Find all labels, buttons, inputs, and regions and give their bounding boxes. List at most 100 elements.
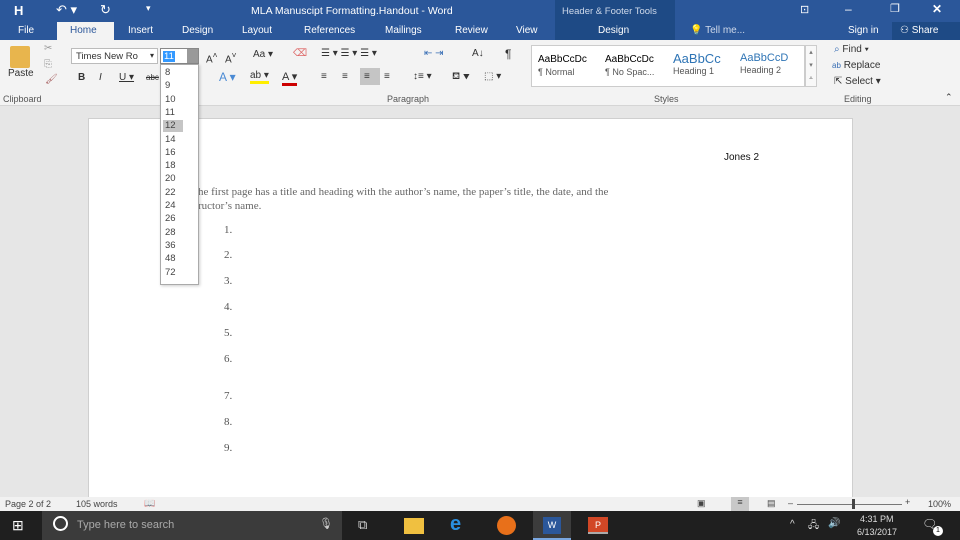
save-icon[interactable]: H — [14, 3, 23, 18]
tab-layout[interactable]: Layout — [242, 25, 272, 36]
font-color-icon[interactable]: A ▾ — [282, 70, 298, 86]
font-size-option[interactable]: 24 — [163, 200, 183, 212]
zoom-level[interactable]: 100% — [928, 499, 951, 509]
customize-qat-icon[interactable]: ▾ — [146, 3, 151, 14]
zoom-slider-handle[interactable] — [852, 499, 855, 509]
styles-scroll[interactable]: ▴ ▾ ⩡ — [805, 45, 817, 87]
line-spacing-icon[interactable]: ↕≡ ▾ — [413, 71, 432, 82]
sign-in-link[interactable]: Sign in — [848, 25, 879, 36]
copy-icon[interactable]: ⎘ — [44, 59, 52, 70]
justify-icon[interactable]: ≡ — [384, 71, 390, 82]
strikethrough-button[interactable]: abc — [146, 73, 159, 82]
clock-time[interactable]: 4:31 PM — [860, 514, 894, 524]
font-size-option[interactable]: 9 — [163, 80, 183, 92]
list-item[interactable]: 8. — [224, 416, 232, 428]
paste-button[interactable]: Paste — [8, 68, 34, 79]
style-heading-1[interactable]: AaBbCc Heading 1 — [673, 51, 721, 76]
borders-icon[interactable]: ⬚ ▾ — [484, 71, 501, 82]
highlight-icon[interactable]: ab ▾ — [250, 70, 269, 84]
font-size-option[interactable]: 8 — [163, 67, 183, 79]
tab-file[interactable]: File — [18, 25, 34, 36]
font-size-option[interactable]: 26 — [163, 213, 183, 225]
font-name-select[interactable]: Times New Ro ▾ — [71, 48, 158, 64]
read-mode-icon[interactable]: ▣ — [697, 498, 706, 509]
tab-references[interactable]: References — [304, 25, 355, 36]
share-button[interactable]: ⚇ Share — [892, 22, 960, 40]
paste-icon[interactable] — [10, 46, 30, 68]
change-case-icon[interactable]: Aa ▾ — [253, 49, 273, 60]
font-size-option[interactable]: 36 — [163, 240, 183, 252]
clear-formatting-icon[interactable]: ⌫ — [293, 48, 307, 59]
select-button[interactable]: ⇱ Select ▾ — [834, 76, 881, 87]
align-right-button[interactable] — [360, 68, 380, 85]
page-count[interactable]: Page 2 of 2 — [5, 499, 51, 509]
task-view-icon[interactable]: ⧉ — [358, 517, 367, 533]
zoom-in-button[interactable]: + — [905, 497, 910, 507]
shrink-font-icon[interactable]: A˅ — [225, 50, 237, 65]
font-size-option[interactable]: 48 — [163, 253, 183, 265]
tab-home[interactable]: Home — [70, 25, 97, 36]
shading-icon[interactable]: ⛾ ▾ — [452, 71, 470, 84]
page-header[interactable]: Jones 2 — [724, 152, 759, 163]
list-item[interactable]: 3. — [224, 275, 232, 287]
tell-me-input[interactable]: 💡 Tell me... — [690, 25, 745, 36]
paragraph-line[interactable]: he first page has a title and heading wi… — [198, 186, 608, 198]
text-effects-icon[interactable]: A ▾ — [219, 70, 236, 84]
list-item[interactable]: 4. — [224, 301, 232, 313]
chevron-down-icon[interactable] — [187, 49, 198, 63]
tab-design[interactable]: Design — [182, 25, 213, 36]
collapse-ribbon-icon[interactable]: ⌃ — [945, 92, 953, 103]
firefox-icon[interactable] — [497, 516, 516, 535]
font-size-option[interactable]: 18 — [163, 160, 183, 172]
list-item[interactable]: 5. — [224, 327, 232, 339]
font-size-select[interactable]: 11 — [160, 48, 199, 64]
style-no-spacing[interactable]: AaBbCcDc ¶ No Spac... — [605, 54, 654, 77]
zoom-out-button[interactable]: – — [788, 498, 793, 508]
word-taskbar-button[interactable]: W — [533, 511, 571, 540]
tray-chevron-icon[interactable]: ^ — [790, 519, 795, 530]
font-size-option[interactable]: 12 — [163, 120, 183, 133]
tab-view[interactable]: View — [516, 25, 538, 36]
underline-button[interactable]: U ▾ — [119, 72, 134, 83]
bold-button[interactable]: B — [78, 72, 85, 83]
list-item[interactable]: 2. — [224, 249, 232, 261]
microphone-icon[interactable]: 🎙 — [319, 517, 333, 530]
style-heading-2[interactable]: AaBbCcD Heading 2 — [740, 52, 788, 75]
font-size-option[interactable]: 10 — [163, 94, 183, 106]
list-item[interactable]: 1. — [224, 224, 232, 236]
zoom-slider[interactable] — [797, 504, 902, 505]
font-size-option[interactable]: 20 — [163, 173, 183, 185]
volume-icon[interactable]: 🔊 — [828, 518, 840, 529]
windows-start-icon[interactable]: ⊞ — [12, 517, 24, 534]
word-count[interactable]: 105 words — [76, 499, 118, 509]
font-size-option[interactable]: 72 — [163, 267, 183, 279]
format-painter-icon[interactable]: 🖌 — [45, 74, 58, 85]
restore-button[interactable]: ❐ — [890, 2, 900, 15]
print-layout-icon[interactable]: ≡ — [731, 497, 749, 511]
paragraph-line[interactable]: ructor’s name. — [198, 200, 261, 212]
font-size-option[interactable]: 11 — [163, 107, 183, 119]
sort-icon[interactable]: A↓ — [472, 48, 484, 59]
list-item[interactable]: 7. — [224, 390, 232, 402]
indent-icons[interactable]: ⇤ ⇥ — [424, 48, 444, 59]
cut-icon[interactable]: ✂ — [44, 43, 52, 54]
style-normal[interactable]: AaBbCcDc ¶ Normal — [538, 54, 587, 77]
minimize-button[interactable]: – — [845, 2, 852, 16]
powerpoint-icon[interactable]: P — [588, 517, 608, 534]
network-icon[interactable]: 🖧 — [808, 518, 819, 535]
tab-hf-design[interactable]: Design — [598, 25, 629, 36]
replace-button[interactable]: ab Replace — [832, 60, 880, 71]
tab-insert[interactable]: Insert — [128, 25, 153, 36]
undo-icon[interactable]: ↶ ▾ — [56, 2, 77, 18]
tab-mailings[interactable]: Mailings — [385, 25, 422, 36]
italic-button[interactable]: I — [99, 72, 102, 83]
ribbon-display-icon[interactable]: ⊡ — [800, 3, 809, 16]
pilcrow-icon[interactable]: ¶ — [505, 47, 511, 61]
find-button[interactable]: ⌕ Find ▾ — [834, 44, 869, 55]
proofing-icon[interactable]: 📖 — [144, 498, 155, 509]
list-item[interactable]: 6. — [224, 353, 232, 365]
web-layout-icon[interactable]: ▤ — [767, 498, 776, 509]
document-page[interactable]: Jones 2 he first page has a title and he… — [88, 118, 853, 498]
clock-date[interactable]: 6/13/2017 — [857, 527, 897, 537]
grow-font-icon[interactable]: A˄ — [206, 50, 218, 65]
